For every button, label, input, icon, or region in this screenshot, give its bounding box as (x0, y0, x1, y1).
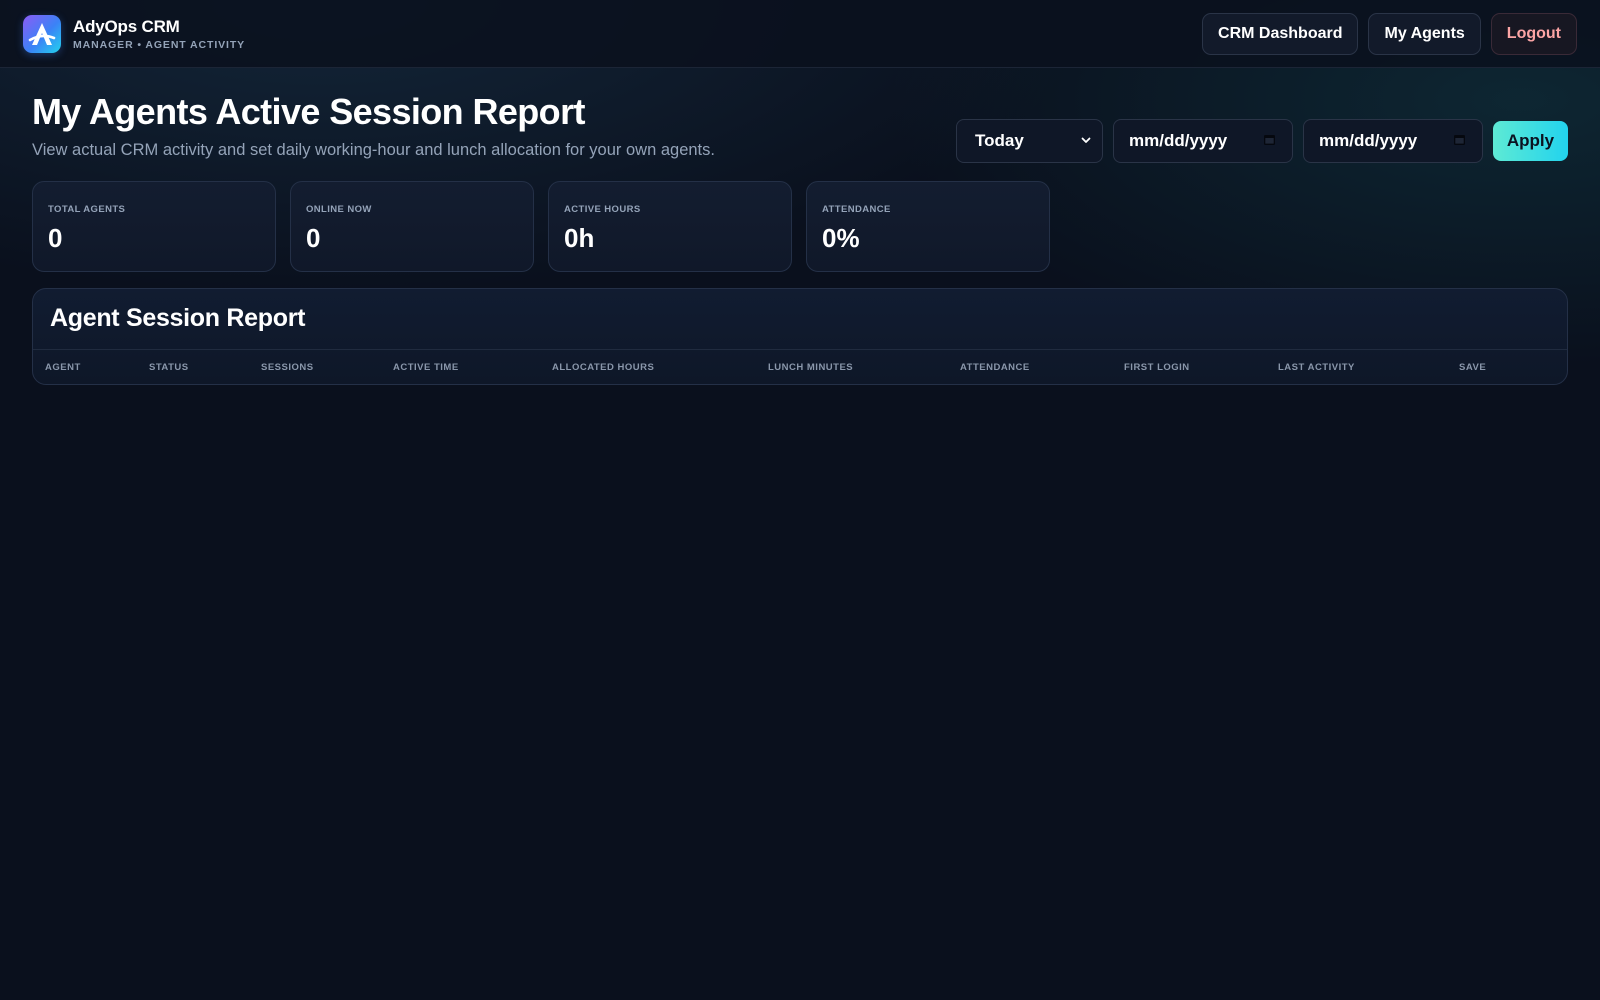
column-header-last-activity[interactable]: LAST ACTIVITY (1278, 362, 1355, 373)
end-date-placeholder: mm/dd/yyyy (1319, 131, 1418, 150)
app-name: AdyOps CRM (73, 16, 180, 36)
page-subtitle: View actual CRM activity and set daily w… (32, 141, 715, 159)
brand[interactable]: AdyOps CRM MANAGER • AGENT ACTIVITY (23, 15, 245, 53)
stat-card-active-hours: ACTIVE HOURS 0h (548, 181, 792, 272)
stat-label: TOTAL AGENTS (48, 204, 126, 215)
column-header-allocated-hours[interactable]: ALLOCATED HOURS (552, 362, 654, 373)
range-select[interactable]: Today (956, 119, 1103, 163)
column-header-sessions[interactable]: SESSIONS (261, 362, 314, 373)
stats-row: TOTAL AGENTS 0 ONLINE NOW 0 ACTIVE HOURS… (32, 181, 1050, 272)
stat-card-total-agents: TOTAL AGENTS 0 (32, 181, 276, 272)
date-filters: Today mm/dd/yyyy mm/dd/yyyy Apply (956, 119, 1568, 163)
report-title: Agent Session Report (50, 304, 306, 332)
stat-card-attendance: ATTENDANCE 0% (806, 181, 1050, 272)
app-subtitle: MANAGER • AGENT ACTIVITY (73, 38, 246, 51)
column-header-save[interactable]: SAVE (1459, 362, 1486, 373)
my-agents-button[interactable]: My Agents (1368, 13, 1481, 55)
logout-button[interactable]: Logout (1490, 13, 1577, 55)
column-header-first-login[interactable]: FIRST LOGIN (1124, 362, 1190, 373)
column-header-attendance[interactable]: ATTENDANCE (960, 362, 1030, 373)
chevron-down-icon (1080, 131, 1092, 151)
app-logo-icon (23, 15, 61, 53)
column-header-active-time[interactable]: ACTIVE TIME (393, 362, 459, 373)
stat-value: 0h (564, 223, 595, 253)
agent-session-report-panel: Agent Session Report AGENT STATUS SESSIO… (32, 288, 1568, 385)
stat-value: 0% (822, 223, 860, 253)
stat-label: ACTIVE HOURS (564, 204, 641, 215)
column-header-status[interactable]: STATUS (149, 362, 189, 373)
start-date-placeholder: mm/dd/yyyy (1129, 131, 1228, 150)
top-nav: CRM Dashboard My Agents Logout (1202, 13, 1577, 55)
end-date-input[interactable]: mm/dd/yyyy (1303, 119, 1483, 163)
table-header: AGENT STATUS SESSIONS ACTIVE TIME ALLOCA… (33, 350, 1567, 384)
page-title: My Agents Active Session Report (32, 91, 585, 132)
calendar-icon[interactable] (1453, 131, 1466, 151)
range-select-value: Today (975, 131, 1024, 150)
top-bar: AdyOps CRM MANAGER • AGENT ACTIVITY CRM … (0, 0, 1600, 68)
stat-label: ATTENDANCE (822, 204, 891, 215)
stat-card-online-now: ONLINE NOW 0 (290, 181, 534, 272)
crm-dashboard-button[interactable]: CRM Dashboard (1202, 13, 1359, 55)
stat-value: 0 (306, 223, 321, 253)
stat-value: 0 (48, 223, 63, 253)
calendar-icon[interactable] (1263, 131, 1276, 151)
start-date-input[interactable]: mm/dd/yyyy (1113, 119, 1293, 163)
stat-label: ONLINE NOW (306, 204, 372, 215)
column-header-lunch-minutes[interactable]: LUNCH MINUTES (768, 362, 853, 373)
apply-button[interactable]: Apply (1493, 121, 1568, 161)
column-header-agent[interactable]: AGENT (45, 362, 81, 373)
